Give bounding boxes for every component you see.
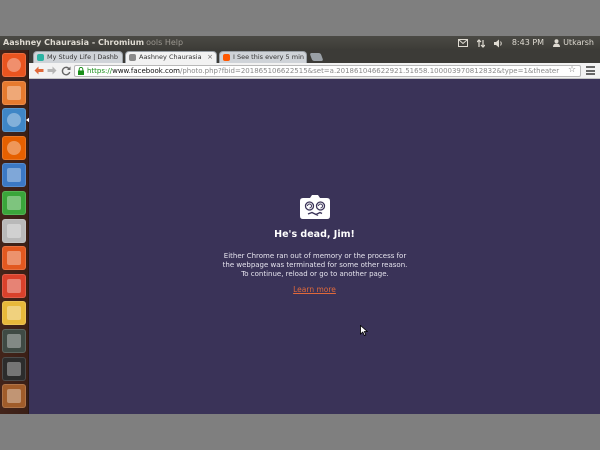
network-icon[interactable] [476, 38, 485, 48]
tab-reddit[interactable]: I See this every 5 min [219, 51, 307, 63]
tab-favicon-icon [37, 54, 44, 61]
tab-favicon-icon [129, 54, 136, 61]
url-scheme: https:// [87, 67, 113, 75]
page-content: He's dead, Jim! Either Chrome ran out of… [29, 79, 600, 414]
url-path: /photo.php?fbid=201865106622515&set=a.20… [180, 67, 560, 75]
files-icon[interactable] [2, 80, 26, 105]
chrome-menu-button[interactable] [586, 66, 595, 75]
url-host: www.facebook.com [112, 67, 180, 75]
volume-icon[interactable] [493, 39, 503, 48]
terminal-icon[interactable] [2, 356, 26, 381]
sad-tab-icon [300, 195, 330, 219]
archive-icon[interactable] [2, 384, 26, 409]
tab-label: Aashney Chaurasia [139, 53, 202, 61]
camera-icon[interactable] [2, 218, 26, 243]
software-center-icon[interactable] [2, 246, 26, 271]
ubuntu-dash-icon[interactable] [2, 53, 26, 77]
tab-favicon-icon [223, 54, 230, 61]
chromium-icon[interactable] [2, 108, 30, 133]
learn-more-link[interactable]: Learn more [29, 285, 600, 294]
lock-icon [78, 67, 84, 75]
toolbar: https://www.facebook.com/photo.php?fbid=… [29, 63, 600, 79]
back-arrow-icon [34, 66, 43, 75]
forward-arrow-icon [47, 66, 56, 75]
libreoffice-calc-icon[interactable] [2, 191, 26, 215]
mouse-pointer-icon [360, 325, 368, 336]
mail-icon[interactable] [457, 39, 468, 47]
bookmark-star-icon[interactable]: ☆ [568, 65, 576, 75]
screen: Aashney Chaurasia - Chromium ools Help 8:… [0, 36, 600, 414]
sad-tab-title: He's dead, Jim! [274, 229, 355, 240]
window-title: Aashney Chaurasia - Chromium ools Help [3, 38, 184, 47]
address-bar[interactable]: https://www.facebook.com/photo.php?fbid=… [74, 65, 581, 77]
tab-my-study-life[interactable]: My Study Life | Dashb [33, 51, 123, 63]
new-tab-button[interactable] [309, 53, 324, 61]
system-tray: 8:43 PM Utkarsh [457, 36, 594, 50]
menu-hint[interactable]: ools Help [146, 38, 183, 47]
user-menu[interactable]: Utkarsh [553, 36, 594, 50]
system-monitor-icon[interactable] [2, 329, 26, 353]
back-button[interactable] [33, 65, 44, 76]
launcher [0, 50, 30, 414]
reload-button[interactable] [60, 65, 71, 76]
browser-window: My Study Life | Dashb Aashney Chaurasia … [29, 50, 600, 414]
ubuntu-one-icon[interactable] [2, 273, 26, 298]
tab-close-icon[interactable]: × [207, 52, 213, 63]
firefox-icon[interactable] [2, 135, 26, 160]
tab-strip: My Study Life | Dashb Aashney Chaurasia … [29, 50, 600, 63]
tab-label: I See this every 5 min [233, 53, 304, 61]
user-icon [553, 39, 561, 47]
libreoffice-writer-icon[interactable] [2, 163, 26, 188]
tab-label: My Study Life | Dashb [47, 53, 119, 61]
reload-icon [61, 66, 70, 75]
forward-button[interactable] [46, 65, 57, 76]
clock[interactable]: 8:43 PM [512, 36, 544, 50]
user-name: Utkarsh [563, 38, 594, 47]
tab-aashney-chaurasia[interactable]: Aashney Chaurasia × [125, 51, 217, 63]
top-panel: Aashney Chaurasia - Chromium ools Help 8:… [0, 36, 600, 50]
sad-tab-message: Either Chrome ran out of memory or the p… [222, 252, 408, 278]
text-editor-icon[interactable] [2, 301, 26, 326]
